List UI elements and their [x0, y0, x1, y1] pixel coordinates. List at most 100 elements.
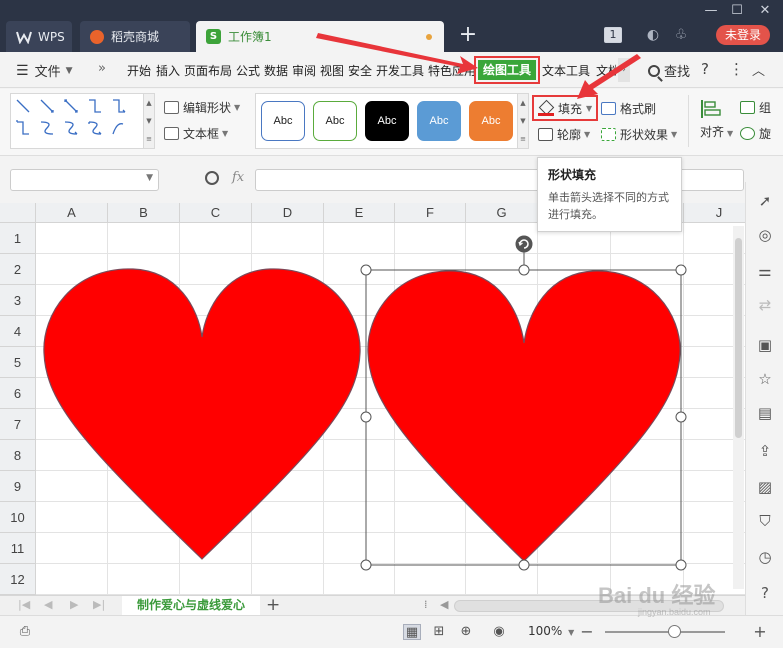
menu-scroll-right-icon[interactable]: › — [618, 58, 630, 82]
chevron-down-icon: ▼ — [65, 65, 73, 76]
zoom-level[interactable]: 100% ▼ — [528, 624, 574, 638]
heart-shape-left[interactable] — [43, 268, 361, 560]
side-panel: ➚ ◎ ⚌ ⇄ ▣ ☆ ▤ ⇪ ▨ ⛉ ◷ ? — [745, 182, 783, 620]
tab-store[interactable]: 稻壳商城 — [80, 21, 190, 52]
shape-fill-button[interactable]: 填充 ▼ — [532, 95, 598, 121]
menu-item-formula[interactable]: 公式 — [236, 62, 260, 79]
menu-item-special[interactable]: 特色应用 — [428, 62, 476, 79]
edit-shape-button[interactable]: 编辑形状 ▼ — [164, 99, 240, 116]
tab-wps[interactable]: WPS — [6, 21, 72, 52]
shape-style-option[interactable]: Abc — [313, 101, 357, 141]
shape-gallery-scroll[interactable]: ▲ ▼ ≡ — [144, 93, 155, 149]
menu-item-data[interactable]: 数据 — [264, 62, 288, 79]
outline-button[interactable]: 轮廓 ▼ — [538, 126, 590, 143]
window-count-badge[interactable]: 1 — [604, 27, 622, 43]
style-gallery-scroll[interactable]: ▲ ▼ ≡ — [518, 93, 529, 149]
image-icon[interactable]: ▣ — [756, 336, 774, 354]
tab-drawing-tools[interactable]: 绘图工具 — [474, 56, 540, 84]
help-circle-icon[interactable]: ? — [756, 584, 774, 602]
menu-item-view[interactable]: 视图 — [320, 62, 344, 79]
maximize-icon[interactable]: ☐ — [724, 2, 750, 20]
tab-workbook[interactable]: S 工作簿1 — [196, 21, 444, 52]
menu-item-developer[interactable]: 开发工具 — [376, 62, 424, 79]
zoom-in-button[interactable]: + — [751, 624, 769, 640]
skin-icon[interactable]: ♧ — [672, 26, 690, 44]
rotate-button[interactable]: 旋 — [740, 125, 771, 142]
collapse-ribbon-icon[interactable]: ︿ — [752, 60, 765, 79]
shape-effects-label: 形状效果 — [620, 128, 669, 142]
align-label: 对齐 ▼ — [700, 123, 733, 140]
align-button[interactable]: 对齐 ▼ — [700, 99, 733, 140]
login-button[interactable]: 未登录 — [716, 25, 770, 45]
worksheet-grid[interactable]: ABCDEFGHIJ 123456789101112 — [0, 203, 745, 595]
shape-effects-button[interactable]: 形状效果 ▼ — [601, 126, 677, 143]
transform-icon[interactable]: ⇄ — [756, 296, 774, 314]
shape-gallery[interactable] — [10, 93, 144, 149]
last-sheet-icon[interactable]: ▶| — [93, 598, 105, 611]
normal-view-icon[interactable]: ▦ — [403, 624, 421, 640]
fx-icon[interactable]: fx — [232, 170, 244, 185]
heart-shape-right[interactable] — [367, 270, 681, 562]
page-layout-view-icon[interactable]: ⊕ — [457, 624, 475, 640]
zoom-out-button[interactable]: − — [578, 624, 596, 640]
shape-style-option[interactable]: Abc — [417, 101, 461, 141]
prev-sheet-icon[interactable]: ◀ — [44, 598, 52, 611]
tab-split-handle-icon[interactable]: ⁞ — [424, 598, 428, 611]
cloud-sync-icon[interactable]: ◐ — [644, 26, 662, 44]
chevron-down-icon[interactable]: ▼ — [586, 104, 592, 113]
cursor-icon[interactable]: ➚ — [756, 192, 774, 210]
menu-item-start[interactable]: 开始 — [127, 62, 151, 79]
archive-icon[interactable]: ▤ — [756, 404, 774, 422]
new-tab-button[interactable]: + — [456, 24, 480, 48]
menu-item-text-tools[interactable]: 文本工具 — [542, 62, 590, 79]
chevron-down-icon: ▼ — [568, 628, 575, 637]
add-sheet-button[interactable]: + — [266, 595, 280, 615]
scroll-left-icon[interactable]: ◀ — [440, 598, 448, 611]
help-icon[interactable]: ? — [701, 60, 709, 78]
first-sheet-icon[interactable]: |◀ — [18, 598, 30, 611]
connector-shapes-icon — [16, 99, 126, 135]
eye-protection-icon[interactable]: ◉ — [490, 624, 508, 640]
macro-record-icon[interactable]: ⎙ — [16, 624, 34, 640]
wps-logo-icon — [16, 31, 32, 44]
sliders-icon[interactable]: ⚌ — [756, 262, 774, 280]
zoom-slider[interactable] — [605, 631, 725, 633]
rotate-handle-icon[interactable] — [515, 235, 533, 253]
close-icon[interactable]: ✕ — [752, 2, 778, 20]
pen-outline-icon — [538, 128, 553, 141]
picture-icon[interactable]: ▨ — [756, 478, 774, 496]
shape-style-option[interactable]: Abc — [469, 101, 513, 141]
vertical-scrollbar[interactable] — [733, 226, 744, 589]
history-icon[interactable]: ◷ — [756, 548, 774, 566]
file-menu[interactable]: ☰ 文件 ▼ — [16, 61, 73, 81]
share-icon[interactable]: ⇪ — [756, 442, 774, 460]
shield-icon[interactable]: ⛉ — [756, 512, 774, 530]
text-box-button[interactable]: 文本框 ▼ — [164, 125, 228, 142]
name-box[interactable]: ▼ — [10, 169, 159, 191]
menu-item-security[interactable]: 安全 — [348, 62, 372, 79]
more-options-icon[interactable]: ⋮ — [729, 60, 744, 78]
star-icon[interactable]: ☆ — [756, 370, 774, 388]
sheet-tab-active[interactable]: 制作爱心与虚线爱心 — [122, 596, 260, 616]
menu-item-insert[interactable]: 插入 — [156, 62, 180, 79]
chevron-down-icon: ▼ — [146, 173, 153, 183]
minimize-icon[interactable]: — — [698, 2, 724, 20]
shape-style-option[interactable]: Abc — [261, 101, 305, 141]
menu-item-review[interactable]: 审阅 — [292, 62, 316, 79]
zoom-value: 100% — [528, 624, 563, 638]
shapes-icon[interactable]: ◎ — [756, 226, 774, 244]
format-painter-button[interactable]: 格式刷 — [601, 100, 656, 117]
page-break-view-icon[interactable]: ⊞ — [430, 624, 448, 640]
shape-style-option[interactable]: Abc — [365, 101, 409, 141]
group-button[interactable]: 组 — [740, 99, 771, 116]
style-label: Abc — [429, 115, 449, 127]
next-sheet-icon[interactable]: ▶ — [70, 598, 78, 611]
menu-item-doc[interactable]: 文档 — [596, 62, 616, 79]
menu-expand-button[interactable]: » — [98, 61, 106, 76]
scroll-thumb[interactable] — [735, 238, 742, 438]
menu-item-page-layout[interactable]: 页面布局 — [184, 62, 232, 79]
text-box-label: 文本框 — [183, 127, 220, 141]
search-button[interactable]: 查找 — [648, 61, 690, 80]
zoom-formula-icon[interactable] — [205, 171, 219, 185]
zoom-slider-knob[interactable] — [668, 625, 681, 638]
